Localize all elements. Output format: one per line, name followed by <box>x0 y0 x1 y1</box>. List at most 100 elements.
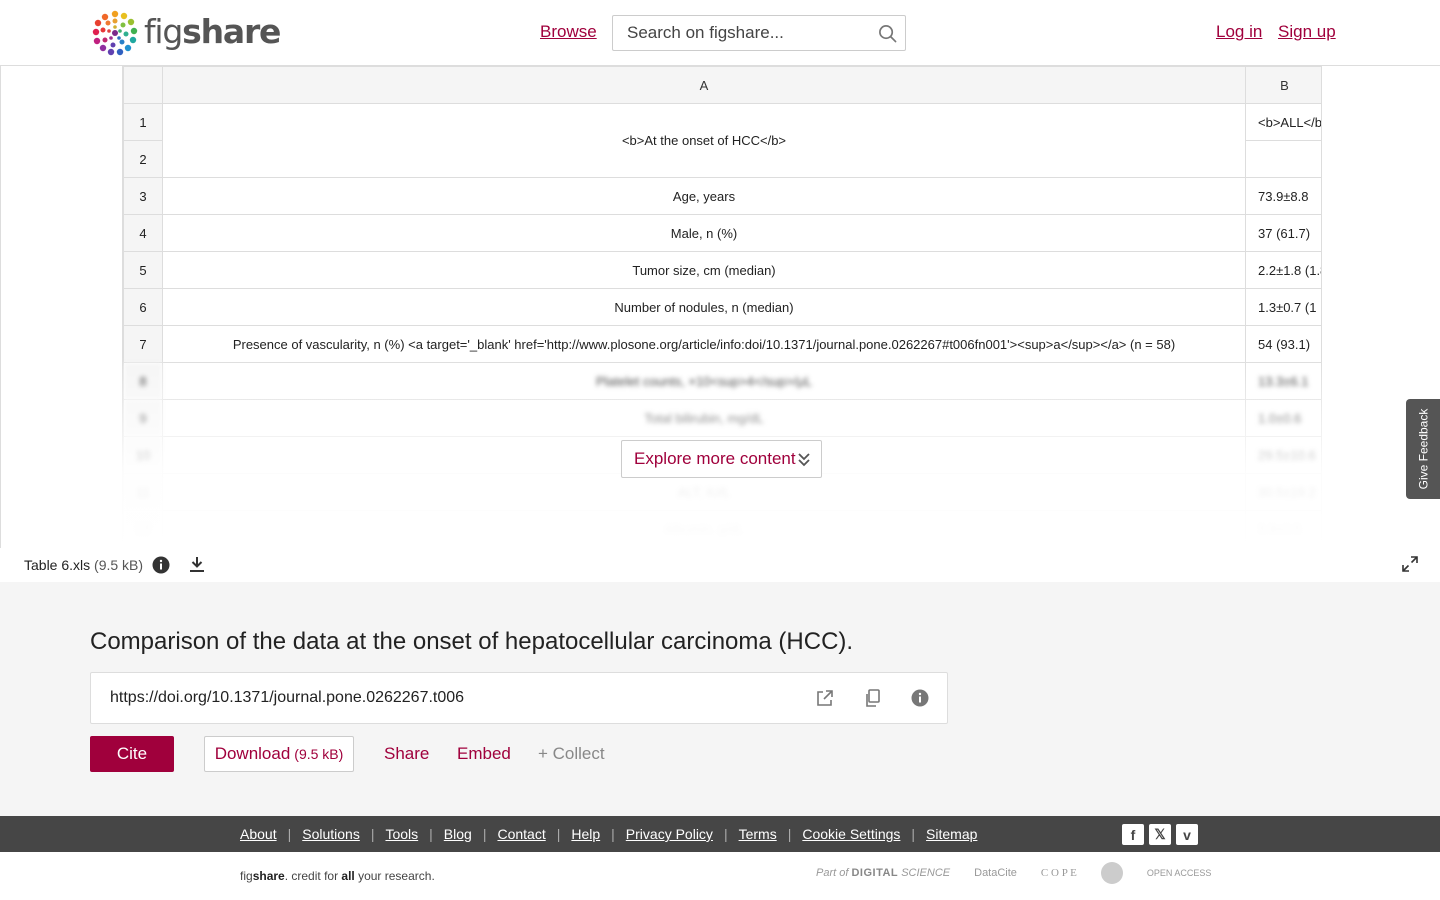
digital-science-logo[interactable]: Part of DIGITAL SCIENCE <box>816 867 950 879</box>
search-input[interactable] <box>613 16 869 50</box>
table-cell: 30.5±19.2 <box>1245 473 1321 511</box>
table-cell: 29.5±10.6 <box>1245 436 1321 474</box>
row-number: 7 <box>123 325 163 363</box>
item-title: Comparison of the data at the onset of h… <box>90 628 854 655</box>
merged-cell: <b>At the onset of HCC</b> <box>162 103 1246 178</box>
footer-bottom: figshare. credit for all your research. … <box>0 852 1440 900</box>
double-chevron-down-icon <box>798 453 810 467</box>
login-link[interactable]: Log in <box>1216 22 1262 42</box>
table-cell: Number of nodules, n (median) <box>162 288 1246 326</box>
table-row: 4 Male, n (%) 37 (61.7) <box>123 214 1321 252</box>
footer-link-tools[interactable]: Tools <box>385 826 418 842</box>
give-feedback-tab[interactable]: Give Feedback <box>1406 399 1440 499</box>
row-number: 10 <box>123 436 163 474</box>
table-row: 6 Number of nodules, n (median) 1.3±0.7 … <box>123 288 1321 326</box>
row-number: 12 <box>123 510 163 548</box>
corner-cell <box>123 66 163 104</box>
fullscreen-icon[interactable] <box>1401 555 1419 573</box>
row-number: 11 <box>123 473 163 511</box>
footer-link-cookie-settings[interactable]: Cookie Settings <box>802 826 900 842</box>
row-number: 3 <box>123 177 163 215</box>
browse-link[interactable]: Browse <box>540 22 597 42</box>
table-cell: 1.0±0.6 <box>1245 399 1321 437</box>
collect-link[interactable]: + Collect <box>538 744 605 764</box>
footer-tagline: figshare. credit for all your research. <box>240 869 435 883</box>
table-cell: Age, years <box>162 177 1246 215</box>
search-box <box>612 15 906 51</box>
item-details: Comparison of the data at the onset of h… <box>0 582 1440 816</box>
share-link[interactable]: Share <box>384 744 429 764</box>
doi-link[interactable]: https://doi.org/10.1371/journal.pone.026… <box>110 689 464 707</box>
explore-more-button[interactable]: Explore more content <box>621 440 822 478</box>
table-cell: 13.3±6.1 <box>1245 362 1321 400</box>
info-icon[interactable] <box>152 556 170 574</box>
footer-links: About | Solutions | Tools | Blog | Contact | … <box>240 826 978 842</box>
vimeo-icon[interactable]: v <box>1176 824 1198 845</box>
row-number: 9 <box>123 399 163 437</box>
column-header-a[interactable]: A <box>162 66 1246 104</box>
footer-link-help[interactable]: Help <box>571 826 600 842</box>
download-button[interactable]: Download (9.5 kB) <box>204 736 354 772</box>
row-number: 1 <box>123 103 163 141</box>
table-row: 11 ALT, IU/L 30.5±19.2 <box>123 473 1321 511</box>
facebook-icon[interactable]: f <box>1122 824 1144 845</box>
table-row: 8 Platelet counts, ×10<sup>4</sup>/μL 13… <box>123 362 1321 400</box>
table-row: 1 <b>At the onset of HCC</b> <b>ALL</b <box>123 103 1321 178</box>
table-row: 9 Total bilirubin, mg/dL 1.0±0.6 <box>123 399 1321 437</box>
file-name: Table 6.xls (9.5 kB) <box>24 557 144 573</box>
download-size: (9.5 kB) <box>294 746 344 762</box>
copy-icon[interactable] <box>863 688 883 708</box>
table-row: 12 Albumin, g/dL 3.9±0.5 <box>123 510 1321 548</box>
cope-logo[interactable]: C O P E <box>1041 867 1077 879</box>
signup-link[interactable]: Sign up <box>1278 22 1336 42</box>
datacite-logo[interactable]: DataCite <box>974 867 1017 879</box>
column-header-row: A B <box>123 66 1321 104</box>
row-number: 6 <box>123 288 163 326</box>
row-number: 5 <box>123 251 163 289</box>
table-cell: Platelet counts, ×10<sup>4</sup>/μL <box>162 362 1246 400</box>
feedback-label: Give Feedback <box>1416 408 1430 490</box>
footer-link-sitemap[interactable]: Sitemap <box>926 826 977 842</box>
external-link-icon[interactable] <box>815 688 835 708</box>
table-cell: 73.9±8.8 <box>1245 177 1321 215</box>
row-number: 2 <box>123 140 163 178</box>
table-cell: Total bilirubin, mg/dL <box>162 399 1246 437</box>
row-number: 8 <box>123 362 163 400</box>
partner-logos: Part of DIGITAL SCIENCE DataCite C O P E… <box>816 862 1211 884</box>
table-cell: Albumin, g/dL <box>162 510 1246 548</box>
explore-more-label: Explore more content <box>634 449 796 468</box>
embed-link[interactable]: Embed <box>457 744 511 764</box>
footer-link-contact[interactable]: Contact <box>497 826 545 842</box>
open-access-logo[interactable]: OPEN ACCESS <box>1147 868 1212 878</box>
column-header-b[interactable]: B <box>1245 66 1321 104</box>
footer-link-about[interactable]: About <box>240 826 277 842</box>
table-row: 5 Tumor size, cm (median) 2.2±1.8 (1.8 <box>123 251 1321 289</box>
table-cell: 37 (61.7) <box>1245 214 1321 252</box>
table-cell: 2.2±1.8 (1.8 <box>1245 251 1321 289</box>
figshare-logo[interactable]: figshare <box>90 8 281 58</box>
table-cell: 54 (93.1) <box>1245 325 1321 363</box>
row-number: 4 <box>123 214 163 252</box>
file-preview: A B 1 <b>At the onset of HCC</b> <b>ALL<… <box>0 66 1440 548</box>
footer-link-privacy[interactable]: Privacy Policy <box>626 826 713 842</box>
seal-logo[interactable] <box>1100 862 1123 884</box>
table-row: 7 Presence of vascularity, n (%) <a targ… <box>123 325 1321 363</box>
table-row: 3 Age, years 73.9±8.8 <box>123 177 1321 215</box>
table-cell: <b>ALL</b <box>1245 103 1321 141</box>
table-cell: 1.3±0.7 (1 <box>1245 288 1321 326</box>
footer-link-blog[interactable]: Blog <box>444 826 472 842</box>
table-cell <box>1245 140 1321 178</box>
site-header: figshare Browse Log in Sign up <box>0 0 1440 66</box>
x-twitter-icon[interactable]: 𝕏 <box>1149 824 1171 845</box>
footer-nav: About | Solutions | Tools | Blog | Contact | … <box>0 816 1440 852</box>
footer-link-solutions[interactable]: Solutions <box>302 826 360 842</box>
cite-button[interactable]: Cite <box>90 736 174 772</box>
table-cell: ALT, IU/L <box>162 473 1246 511</box>
footer-link-terms[interactable]: Terms <box>739 826 777 842</box>
download-icon[interactable] <box>188 555 206 573</box>
doi-box: https://doi.org/10.1371/journal.pone.026… <box>90 672 948 724</box>
search-icon[interactable] <box>869 15 905 51</box>
info-icon[interactable] <box>911 689 929 707</box>
table-cell: 3.9±0.5 <box>1245 510 1321 548</box>
table-cell: Presence of vascularity, n (%) <a target… <box>162 325 1246 363</box>
